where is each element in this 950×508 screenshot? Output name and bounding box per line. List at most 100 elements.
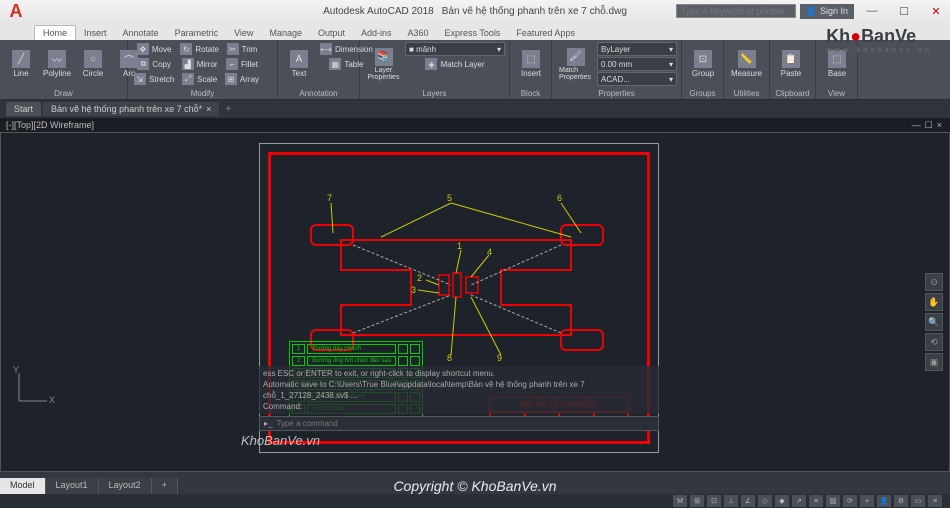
close-tab-icon[interactable]: ×	[206, 104, 211, 114]
group-button[interactable]: ⊡Group	[686, 42, 720, 86]
tab-parametric[interactable]: Parametric	[167, 26, 227, 40]
tab-addins[interactable]: Add-ins	[353, 26, 400, 40]
nav-pan-button[interactable]: ✋	[925, 293, 943, 311]
panel-util-label[interactable]: Utilities	[724, 89, 769, 98]
layout1-tab[interactable]: Layout1	[46, 478, 99, 494]
rotate-button[interactable]: ↻Rotate	[178, 42, 221, 56]
table-icon: ▦	[329, 58, 341, 70]
scale-button[interactable]: ⤢Scale	[178, 72, 221, 86]
ucs-icon: Y X	[11, 369, 51, 411]
trim-button[interactable]: ✂Trim	[223, 42, 261, 56]
tab-home[interactable]: Home	[34, 25, 76, 40]
panel-draw-label[interactable]: Draw	[0, 89, 127, 98]
stretch-button[interactable]: ⇲Stretch	[132, 72, 176, 86]
fillet-button[interactable]: ⌐Fillet	[223, 57, 261, 71]
nav-fullnav-button[interactable]: ⊙	[925, 273, 943, 291]
tab-express[interactable]: Express Tools	[437, 26, 509, 40]
paste-icon: 📋	[782, 50, 800, 68]
vp-close-icon[interactable]: ×	[937, 120, 942, 131]
match-layer-button[interactable]: ◈Match Layer	[405, 57, 505, 71]
start-tab[interactable]: Start	[6, 102, 41, 116]
add-layout-button[interactable]: +	[152, 478, 178, 494]
layer-dropdown[interactable]: ■ mãnh▾	[405, 42, 505, 56]
status-model-button[interactable]: M	[673, 495, 687, 507]
navigation-bar: ⊙ ✋ 🔍 ⟲ ▣	[925, 273, 945, 371]
tab-output[interactable]: Output	[310, 26, 353, 40]
nav-zoom-button[interactable]: 🔍	[925, 313, 943, 331]
move-button[interactable]: ✥Move	[132, 42, 176, 56]
insert-block-button[interactable]: ⬚Insert	[514, 42, 548, 86]
status-bar: M ⊞ ⊡ ⊥ ∠ ◇ ◆ ↗ ≡ ▨ ⟳ + 👤 ⚙ ▭ ≡	[0, 494, 950, 508]
file-tab[interactable]: Bản vẽ hệ thống phanh trên xe 7 chỗ*×	[43, 102, 219, 116]
panel-layers-label[interactable]: Layers	[360, 89, 509, 98]
chevron-down-icon: ▾	[669, 60, 673, 69]
drawing-canvas[interactable]: 7 5 6 1 2 3 4 8 9 1Đường dây phanh 2Đườn…	[0, 132, 950, 472]
command-line[interactable]: ▸_ Type a command	[259, 416, 659, 431]
status-snap-button[interactable]: ⊡	[707, 495, 721, 507]
tab-annotate[interactable]: Annotate	[115, 26, 167, 40]
circle-button[interactable]: ○Circle	[76, 42, 110, 86]
add-tab-button[interactable]: +	[221, 104, 235, 115]
status-cycling-button[interactable]: ⟳	[843, 495, 857, 507]
panel-view-label[interactable]: View	[816, 89, 857, 98]
tab-view[interactable]: View	[226, 26, 261, 40]
tab-manage[interactable]: Manage	[261, 26, 310, 40]
match-properties-button[interactable]: 🖌Match Properties	[556, 42, 595, 86]
line-button[interactable]: ╱Line	[4, 42, 38, 86]
tab-a360[interactable]: A360	[400, 26, 437, 40]
linetype-dropdown[interactable]: ACAD...▾	[597, 72, 677, 86]
panel-clip-label[interactable]: Clipboard	[770, 89, 815, 98]
panel-block-label[interactable]: Block	[510, 89, 551, 98]
dimension-icon: ⟷	[320, 43, 332, 55]
label-1: 1	[457, 241, 462, 251]
status-ortho-button[interactable]: ⊥	[724, 495, 738, 507]
layer-properties-button[interactable]: 📚Layer Properties	[364, 42, 403, 86]
nav-orbit-button[interactable]: ⟲	[925, 333, 943, 351]
status-transparency-button[interactable]: ▨	[826, 495, 840, 507]
tab-insert[interactable]: Insert	[76, 26, 115, 40]
status-annomonitor-button[interactable]: +	[860, 495, 874, 507]
status-polar-button[interactable]: ∠	[741, 495, 755, 507]
status-workspace-button[interactable]: ⚙	[894, 495, 908, 507]
app-title: Autodesk AutoCAD 2018	[323, 6, 434, 17]
copy-icon: ⧉	[137, 58, 149, 70]
viewport-label[interactable]: [-][Top][2D Wireframe]	[6, 120, 94, 130]
status-clean-button[interactable]: ▭	[911, 495, 925, 507]
paste-button[interactable]: 📋Paste	[774, 42, 808, 86]
status-annoscale-button[interactable]: 👤	[877, 495, 891, 507]
status-lweight-button[interactable]: ≡	[809, 495, 823, 507]
vp-max-icon[interactable]: ☐	[925, 120, 933, 131]
nav-showmotion-button[interactable]: ▣	[925, 353, 943, 371]
text-button[interactable]: AText	[282, 42, 316, 86]
status-3dosnap-button[interactable]: ◆	[775, 495, 789, 507]
autocad-logo[interactable]: A	[4, 0, 28, 23]
minimize-button[interactable]: —	[858, 2, 886, 20]
layers-icon: 📚	[375, 48, 393, 66]
tab-featured[interactable]: Featured Apps	[508, 26, 583, 40]
user-icon: 👤	[806, 6, 817, 17]
layout2-tab[interactable]: Layout2	[99, 478, 152, 494]
label-6: 6	[557, 193, 562, 203]
panel-annot-label[interactable]: Annotation	[278, 89, 359, 98]
status-grid-button[interactable]: ⊞	[690, 495, 704, 507]
status-osnap-button[interactable]: ◇	[758, 495, 772, 507]
panel-modify-label[interactable]: Modify	[128, 89, 277, 98]
lineweight-dropdown[interactable]: 0.00 mm▾	[597, 57, 677, 71]
signin-button[interactable]: 👤Sign In	[800, 4, 854, 19]
array-button[interactable]: ⊞Array	[223, 72, 261, 86]
close-button[interactable]: ✕	[922, 2, 950, 20]
status-custom-button[interactable]: ≡	[928, 495, 942, 507]
mirror-button[interactable]: ▟Mirror	[178, 57, 221, 71]
chevron-down-icon: ▾	[669, 75, 673, 84]
copy-button[interactable]: ⧉Copy	[132, 57, 176, 71]
maximize-button[interactable]: ☐	[890, 2, 918, 20]
color-dropdown[interactable]: ByLayer▾	[597, 42, 677, 56]
model-tab[interactable]: Model	[0, 478, 46, 494]
panel-props-label[interactable]: Properties	[552, 89, 681, 98]
measure-button[interactable]: 📏Measure	[728, 42, 765, 86]
panel-groups-label[interactable]: Groups	[682, 89, 723, 98]
help-search-input[interactable]	[676, 4, 796, 18]
status-otrack-button[interactable]: ↗	[792, 495, 806, 507]
vp-min-icon[interactable]: —	[912, 120, 921, 131]
polyline-button[interactable]: 〰Polyline	[40, 42, 74, 86]
